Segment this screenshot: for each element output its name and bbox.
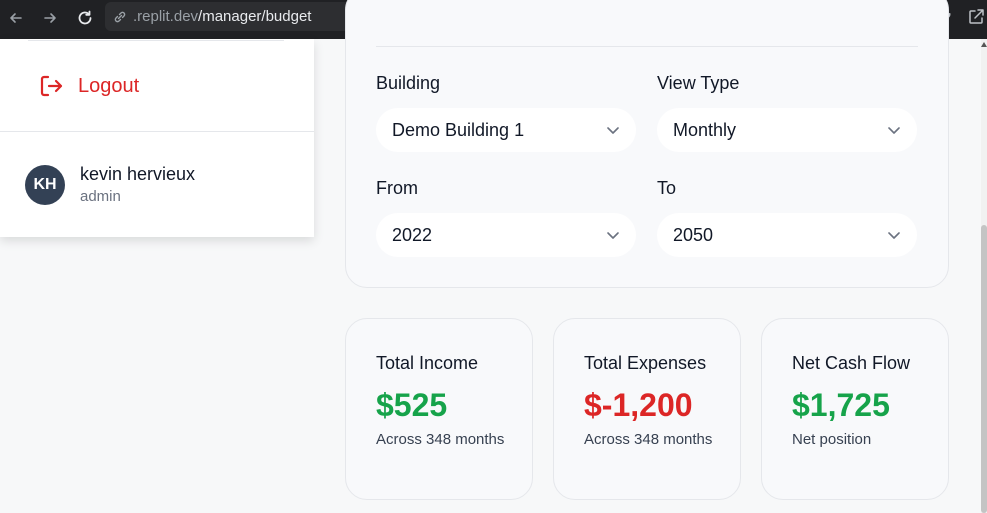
stat-value: $-1,200 [584,387,693,423]
from-select[interactable]: 2022 [376,213,636,257]
view-type-select-value: Monthly [673,119,737,140]
menu-divider-top [28,40,284,41]
stat-subtitle: Across 348 months [584,431,713,448]
reload-icon[interactable] [73,6,97,30]
filters-divider [376,46,918,47]
user-role: admin [80,188,121,205]
stat-value: $1,725 [792,387,890,423]
total-income-card: Total Income $525 Across 348 months [345,318,533,500]
net-cash-flow-card: Net Cash Flow $1,725 Net position [761,318,949,500]
chevron-down-icon [607,232,619,239]
url-path: /manager/budget [198,8,312,25]
view-type-label: View Type [657,73,740,93]
scroll-up-arrow-icon[interactable] [981,42,987,47]
to-select-value: 2050 [673,224,714,245]
view-type-select[interactable]: Monthly [657,108,917,152]
building-select[interactable]: Demo Building 1 [376,108,636,152]
stat-subtitle: Across 348 months [376,431,505,448]
back-arrow-icon[interactable] [4,6,28,30]
from-select-value: 2022 [392,224,433,245]
stat-subtitle: Net position [792,431,872,448]
user-name: kevin hervieux [80,164,196,184]
site-info-icon[interactable] [113,9,129,25]
total-expenses-card: Total Expenses $-1,200 Across 348 months [553,318,741,500]
building-select-value: Demo Building 1 [392,119,525,140]
to-select[interactable]: 2050 [657,213,917,257]
open-external-icon[interactable] [965,6,987,28]
stat-value: $525 [376,387,448,423]
chevron-down-icon [888,127,900,134]
stat-title: Total Income [376,353,479,373]
user-menu-dropdown: Logout KH kevin hervieux admin [0,39,314,237]
chevron-down-icon [607,127,619,134]
stat-title: Net Cash Flow [792,353,911,373]
url-domain: .replit.dev [133,8,199,25]
chevron-down-icon [888,232,900,239]
to-label: To [657,178,677,198]
stat-title: Total Expenses [584,353,707,373]
from-label: From [376,178,418,198]
scrollbar-thumb[interactable] [981,225,987,513]
avatar: KH [25,165,65,205]
logout-icon [38,73,64,99]
building-label: Building [376,73,441,93]
logout-label: Logout [78,74,140,97]
logout-button[interactable]: Logout [28,65,288,107]
forward-arrow-icon[interactable] [38,6,62,30]
menu-divider [0,131,314,132]
